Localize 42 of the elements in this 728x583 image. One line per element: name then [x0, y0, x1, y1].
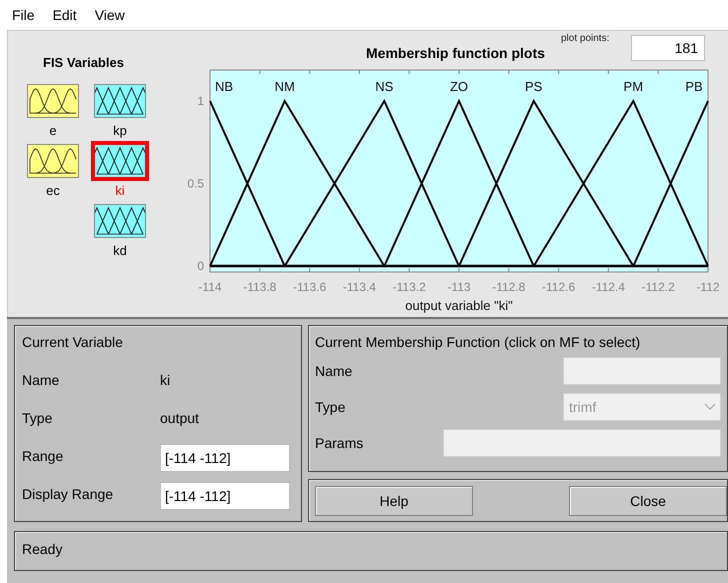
field-label: plot points: — [561, 33, 610, 44]
field-label: Params — [315, 435, 364, 451]
variable-label: kd — [113, 242, 127, 260]
variable-label: ec — [46, 182, 60, 200]
chart-title: Membership function plots — [366, 45, 545, 61]
tick-label: 1 — [197, 94, 204, 108]
variable-label: e — [49, 122, 57, 140]
panel-title: Current Variable — [22, 334, 124, 352]
tick-label: -112.4 — [592, 280, 625, 294]
tick-label: 0 — [197, 259, 204, 274]
tick-label: -113.2 — [392, 280, 426, 294]
field-value: ki — [160, 372, 172, 390]
field-label: Display Range — [22, 486, 114, 504]
field-label: Type — [22, 410, 54, 428]
series-label: NS — [375, 79, 394, 94]
tick-label: 0.5 — [187, 176, 204, 191]
tick-label: -113.8 — [243, 280, 276, 294]
panel-title: Current Membership Function (click on MF to select) — [315, 334, 642, 350]
series-label: NB — [214, 79, 234, 94]
field-label: Name — [22, 372, 60, 390]
field-value: output — [160, 410, 200, 428]
tick-label: -112.6 — [542, 280, 576, 294]
series-label: PS — [525, 79, 542, 94]
variable-label: ki — [115, 182, 125, 200]
field-label: Range — [22, 448, 64, 466]
tick-label: -113.4 — [342, 280, 376, 294]
series-label: PM — [624, 79, 644, 94]
field-label: Name — [315, 363, 352, 379]
tick-label: -112.2 — [642, 280, 675, 294]
field-label: Type — [315, 399, 346, 415]
tick-label: -113.6 — [293, 280, 326, 294]
variable-label: kp — [113, 122, 127, 140]
tick-label: -113 — [447, 280, 471, 294]
series-label: PB — [685, 79, 703, 94]
tick-label: -112 — [696, 280, 720, 294]
series-label: NM — [274, 79, 295, 94]
tick-label: -112.8 — [492, 280, 526, 294]
status-text: Ready — [22, 541, 62, 557]
panel-title: FIS Variables — [43, 55, 124, 70]
axis-title: output variable "ki" — [405, 298, 513, 313]
series-label: ZO — [450, 79, 468, 94]
tick-label: -114 — [198, 280, 222, 294]
